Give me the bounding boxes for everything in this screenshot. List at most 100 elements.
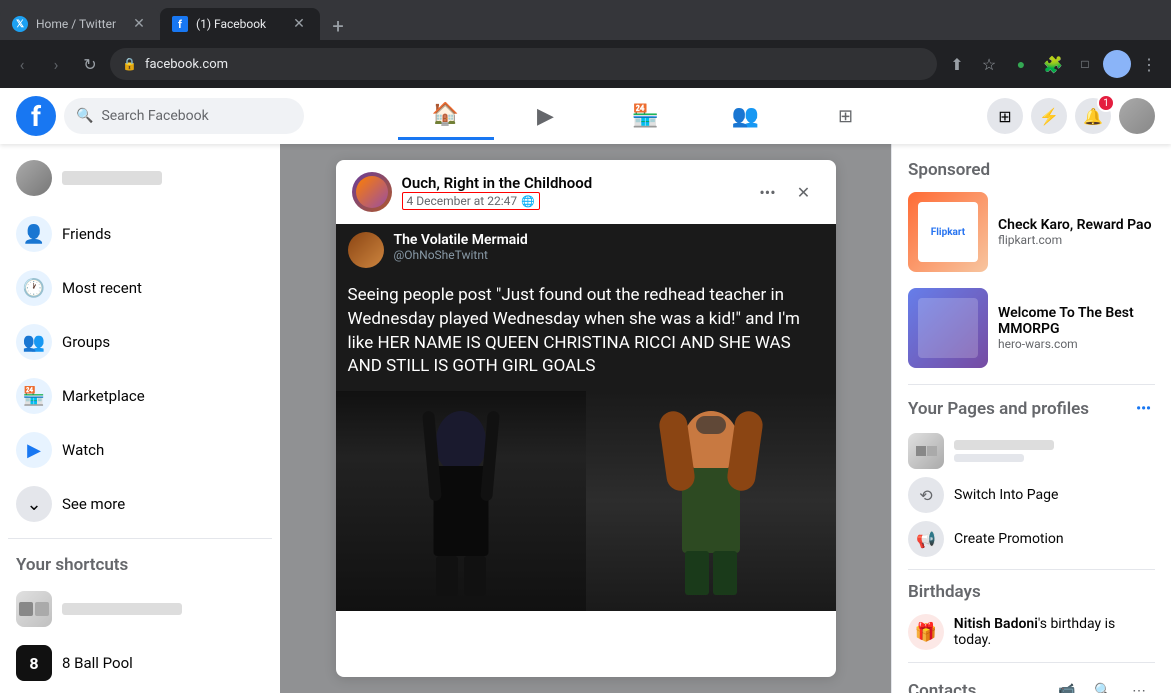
back-button[interactable]: ‹: [8, 50, 36, 78]
post-timestamp-box: 4 December at 22:47 🌐: [402, 192, 540, 210]
facebook-header: f 🔍 Search Facebook 🏠 ▶ 🏪 👥: [0, 88, 1171, 144]
address-bar-row: ‹ › ↻ 🔒 facebook.com ⬆ ☆ ● 🧩 □ ⋮: [0, 40, 1171, 88]
shortcuts-title: Your shortcuts: [8, 547, 272, 583]
extension-icon[interactable]: ●: [1007, 50, 1035, 78]
sidebar-item-groups[interactable]: 👥 Groups: [8, 316, 272, 368]
user-avatar-header[interactable]: [1119, 98, 1155, 134]
new-tab-button[interactable]: +: [324, 12, 352, 40]
right-divider-2: [908, 569, 1155, 570]
video-call-icon[interactable]: 📹: [1051, 675, 1083, 693]
url-text: facebook.com: [145, 57, 228, 72]
sidebar-user-name: [62, 171, 162, 185]
browser-window: 𝕏 Home / Twitter ✕ f (1) Facebook ✕ + ‹ …: [0, 0, 1171, 693]
profile-avatar[interactable]: [1103, 50, 1131, 78]
facebook-app: f 🔍 Search Facebook 🏠 ▶ 🏪 👥: [0, 88, 1171, 693]
shortcut-item-8ball[interactable]: 8 8 Ball Pool: [8, 637, 272, 689]
tab-bar: 𝕏 Home / Twitter ✕ f (1) Facebook ✕ +: [0, 0, 1171, 40]
pages-title: Your Pages and profiles: [908, 399, 1089, 419]
bookmark-icon[interactable]: ☆: [975, 50, 1003, 78]
tab-twitter-close[interactable]: ✕: [130, 15, 148, 33]
messenger-button[interactable]: ⚡: [1031, 98, 1067, 134]
sidebar-item-watch[interactable]: ▶ Watch: [8, 424, 272, 476]
shortcut-icon-1: [16, 591, 52, 627]
post-more-button[interactable]: •••: [752, 176, 784, 208]
refresh-button[interactable]: ↻: [76, 50, 104, 78]
tab-twitter[interactable]: 𝕏 Home / Twitter ✕: [0, 8, 160, 40]
home-nav-icon: 🏠: [432, 102, 459, 127]
search-placeholder: Search Facebook: [101, 108, 208, 124]
address-bar[interactable]: 🔒 facebook.com: [110, 48, 937, 80]
grid-icon: ⊞: [998, 107, 1011, 126]
sponsored-item-herowars[interactable]: Welcome To The Best MMORPG hero-wars.com: [908, 288, 1155, 368]
right-sidebar: Sponsored Flipkart Check Karo, Reward Pa…: [891, 144, 1171, 693]
nav-marketplace[interactable]: 🏪: [598, 92, 694, 140]
contacts-header: Contacts 📹 🔍 ⋯: [908, 675, 1155, 693]
8ball-label: 8 Ball Pool: [62, 654, 133, 672]
search-contacts-icon[interactable]: 🔍: [1087, 675, 1119, 693]
right-divider-3: [908, 662, 1155, 663]
birthday-item: 🎁 Nitish Badoni's birthday is today.: [908, 614, 1155, 650]
notification-button[interactable]: 🔔 1: [1075, 98, 1111, 134]
nav-watch[interactable]: ▶: [498, 92, 594, 140]
header-right: ⊞ ⚡ 🔔 1: [987, 98, 1155, 134]
create-promotion-label: Create Promotion: [954, 531, 1064, 547]
post-info: Ouch, Right in the Childhood 4 December …: [402, 174, 742, 210]
sidebar-user-avatar: [16, 160, 52, 196]
switch-page-label: Switch Into Page: [954, 487, 1058, 503]
search-icon: 🔍: [76, 108, 93, 124]
nav-gaming[interactable]: ⊞: [798, 92, 894, 140]
sidebar-item-most-recent[interactable]: 🕐 Most recent: [8, 262, 272, 314]
post-timestamp: 4 December at 22:47: [407, 194, 518, 208]
sidebar-friends-label: Friends: [62, 225, 111, 243]
sidebar-item-see-more[interactable]: ⌄ See more: [8, 478, 272, 530]
meme-author-row: The Volatile Mermaid @OhNoSheTwitnt: [336, 224, 836, 276]
window-icon[interactable]: □: [1071, 50, 1099, 78]
post-card: Ouch, Right in the Childhood 4 December …: [336, 160, 836, 677]
menu-button[interactable]: ⋮: [1135, 50, 1163, 78]
sidebar-item-friends[interactable]: 👤 Friends: [8, 208, 272, 260]
search-bar[interactable]: 🔍 Search Facebook: [64, 98, 304, 134]
nav-home[interactable]: 🏠: [398, 92, 494, 140]
wednesday-image: [336, 391, 586, 611]
watch-nav-icon: ▶: [537, 104, 554, 129]
sponsored-domain-herowars: hero-wars.com: [998, 337, 1155, 351]
nav-groups[interactable]: 👥: [698, 92, 794, 140]
birthday-person-name: Nitish Badoni: [954, 616, 1038, 632]
sponsored-title: Sponsored: [908, 160, 1155, 180]
friends-icon: 👤: [16, 216, 52, 252]
birthday-text: Nitish Badoni's birthday is today.: [954, 616, 1155, 648]
forward-button[interactable]: ›: [42, 50, 70, 78]
facebook-logo[interactable]: f: [16, 96, 56, 136]
birthdays-section: Birthdays 🎁 Nitish Badoni's birthday is …: [908, 582, 1155, 650]
post-group-name: Ouch, Right in the Childhood: [402, 174, 742, 192]
shortcut-1-label: [62, 603, 182, 615]
post-close-button[interactable]: ✕: [788, 176, 820, 208]
tab-facebook-title: (1) Facebook: [196, 17, 282, 31]
switch-into-page-row[interactable]: ⟲ Switch Into Page: [908, 477, 1155, 513]
post-meta: 4 December at 22:47 🌐: [402, 192, 742, 210]
globe-icon: 🌐: [521, 195, 535, 208]
meme-username: The Volatile Mermaid: [394, 232, 528, 248]
sponsored-domain-flipkart: flipkart.com: [998, 233, 1152, 247]
shortcut-item-1[interactable]: [8, 583, 272, 635]
contacts-icons: 📹 🔍 ⋯: [1051, 675, 1155, 693]
post-header-actions: ••• ✕: [752, 176, 820, 208]
chrome-extension-icon[interactable]: 🧩: [1039, 50, 1067, 78]
lock-icon: 🔒: [122, 57, 137, 71]
contacts-more-icon[interactable]: ⋯: [1123, 675, 1155, 693]
pages-more-button[interactable]: •••: [1132, 397, 1155, 421]
tab-facebook-close[interactable]: ✕: [290, 15, 308, 33]
sponsored-item-flipkart[interactable]: Flipkart Check Karo, Reward Pao flipkart…: [908, 192, 1155, 272]
twitter-favicon: 𝕏: [12, 16, 28, 32]
tab-facebook[interactable]: f (1) Facebook ✕: [160, 8, 320, 40]
sidebar-watch-label: Watch: [62, 441, 104, 459]
page-avatar-row[interactable]: [908, 433, 1155, 469]
left-sidebar: 👤 Friends 🕐 Most recent 👥 Groups 🏪 Marke…: [0, 144, 280, 693]
share-icon[interactable]: ⬆: [943, 50, 971, 78]
sidebar-item-marketplace[interactable]: 🏪 Marketplace: [8, 370, 272, 422]
chevron-down-icon: ⌄: [16, 486, 52, 522]
grid-menu-button[interactable]: ⊞: [987, 98, 1023, 134]
sidebar-user[interactable]: [8, 152, 272, 204]
create-promotion-row[interactable]: 📢 Create Promotion: [908, 521, 1155, 557]
meme-text-content: Seeing people post "Just found out the r…: [336, 276, 836, 391]
